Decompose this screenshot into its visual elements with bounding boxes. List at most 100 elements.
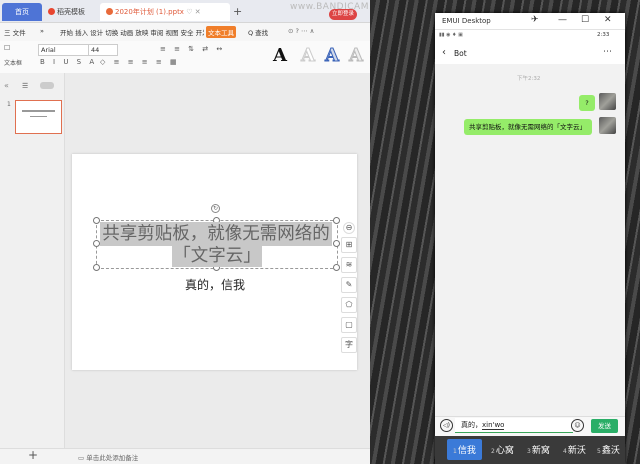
- thumbnail-subtitle-line: [30, 116, 47, 117]
- slide-view-icon[interactable]: [40, 82, 54, 89]
- candidate-text: 新窝: [531, 446, 550, 456]
- text-style-blue[interactable]: A: [322, 44, 342, 68]
- avatar[interactable]: [599, 117, 616, 134]
- slide-number: 1: [7, 101, 11, 108]
- text-style-gray[interactable]: A: [346, 44, 366, 68]
- resize-handle[interactable]: [333, 264, 340, 271]
- candidate-number: 2: [491, 448, 495, 455]
- ime-candidate[interactable]: 4新沃: [563, 443, 586, 456]
- layer-icon[interactable]: ≋: [341, 257, 357, 273]
- menu-bar: 三 文件 » 开始 插入 设计 切换 动画 放映 审阅 视图 安全 开发工具 特…: [0, 23, 370, 41]
- emui-desktop-window: EMUI Desktop ✈ — ☐ ✕ ▮▮ ◉ ♦ ▣ 2:33 ‹ Bot…: [435, 13, 625, 464]
- slide-thumbnail[interactable]: [15, 100, 62, 134]
- input-composing-text: xin'wo: [482, 421, 505, 430]
- slide-subtitle[interactable]: 真的，信我: [160, 276, 270, 293]
- more-format-buttons[interactable]: ◇ ≡ ≡ ≡ ≡ ▦: [100, 58, 180, 66]
- resize-handle[interactable]: [93, 217, 100, 224]
- slide-title-line2[interactable]: 「文字云」: [172, 245, 262, 267]
- message-bubble[interactable]: 共享剪贴板，就像无需网络的「文字云」: [464, 119, 592, 135]
- notes-hint-label: 单击此处添加备注: [86, 454, 139, 462]
- emoji-icon[interactable]: ☺: [571, 419, 584, 432]
- docer-logo-icon: [48, 8, 55, 15]
- menu-overflow[interactable]: »: [40, 27, 44, 35]
- back-arrow-icon[interactable]: ‹: [442, 47, 446, 58]
- collapse-tools-icon[interactable]: ⊖: [343, 222, 355, 234]
- avatar[interactable]: [599, 93, 616, 110]
- text-style-icon[interactable]: 字: [341, 337, 357, 353]
- rotate-handle[interactable]: ↻: [211, 204, 220, 213]
- tab-template-label: 稻壳模板: [57, 8, 85, 16]
- file-menu[interactable]: 三 文件: [4, 27, 26, 37]
- slide-title-line1[interactable]: 共享剪贴板，就像无需网络的: [100, 222, 332, 246]
- candidate-number: 5: [597, 448, 601, 455]
- resize-handle[interactable]: [93, 240, 100, 247]
- ime-candidate[interactable]: 5鑫沃: [597, 443, 620, 456]
- tab-home[interactable]: 首页: [2, 3, 42, 21]
- ime-candidate-bar: 1信我 2心窝 3新窝 4新沃 5鑫沃: [435, 436, 625, 464]
- resize-handle[interactable]: [333, 217, 340, 224]
- font-size-select[interactable]: 44: [88, 44, 118, 56]
- text-tools-tab[interactable]: 文本工具: [206, 26, 236, 38]
- tab-template[interactable]: 稻壳模板: [42, 3, 102, 21]
- candidate-text: 心窝: [495, 446, 514, 456]
- input-committed-text: 真的，: [461, 421, 482, 429]
- text-style-outline[interactable]: A: [298, 44, 318, 68]
- status-bar: [0, 448, 370, 464]
- textbox-label: 文本框: [4, 60, 23, 67]
- minimize-icon[interactable]: —: [558, 15, 567, 25]
- status-time: 2:33: [597, 32, 610, 38]
- tab-bar: 首页 稻壳模板 2020年计划 (1).pptx ♡ ✕ + www.BANDI…: [0, 0, 370, 23]
- status-icons: ▮▮ ◉ ♦ ▣: [439, 32, 463, 38]
- resize-handle[interactable]: [93, 264, 100, 271]
- message-input[interactable]: 真的，xin'wo: [455, 418, 573, 433]
- candidate-text: 鑫沃: [601, 446, 620, 456]
- wps-presentation-window: 首页 稻壳模板 2020年计划 (1).pptx ♡ ✕ + www.BANDI…: [0, 0, 370, 464]
- pen-icon[interactable]: ✎: [341, 277, 357, 293]
- send-button[interactable]: 发送: [591, 419, 618, 433]
- more-options-icon[interactable]: ⋯: [603, 47, 612, 57]
- pptx-file-icon: [106, 8, 113, 15]
- chat-timestamp: 下午2:32: [517, 76, 541, 82]
- font-name-select[interactable]: Arial: [38, 44, 90, 56]
- add-slide-button[interactable]: +: [28, 448, 38, 462]
- add-tab-button[interactable]: +: [233, 5, 242, 18]
- candidate-text: 信我: [457, 446, 476, 456]
- ribbon: ☐ 文本框 Arial 44 B I U S A ◇ ≡ ≡ ≡ ≡ ▦ ≡ ≡…: [0, 41, 370, 74]
- tab-file[interactable]: 2020年计划 (1).pptx ♡ ✕: [100, 3, 230, 21]
- notes-icon: ▭: [78, 454, 87, 462]
- text-style-black[interactable]: A: [270, 44, 290, 68]
- thumbnail-title-line: [22, 110, 55, 112]
- candidate-number: 3: [527, 448, 531, 455]
- candidate-text: 新沃: [567, 446, 586, 456]
- candidate-number: 1: [453, 448, 457, 455]
- phone-status-bar: ▮▮ ◉ ♦ ▣ 2:33: [435, 30, 625, 42]
- notes-placeholder[interactable]: ▭ 单击此处添加备注: [78, 452, 138, 462]
- login-button[interactable]: 立即登录: [329, 9, 357, 20]
- message-bubble[interactable]: ?: [579, 95, 595, 111]
- shape-fill-icon[interactable]: ⬠: [341, 297, 357, 313]
- search-button[interactable]: Q 查找: [248, 27, 268, 37]
- chat-header: ‹ Bot ⋯: [435, 42, 625, 64]
- voice-input-icon[interactable]: ◁): [440, 419, 453, 432]
- collapse-pane-icon[interactable]: «: [4, 81, 9, 90]
- tab-file-label: 2020年计划 (1).pptx: [115, 8, 184, 16]
- menu-items[interactable]: 开始 插入 设计 切换 动画 放映 审阅 视图 安全 开发工具 特色应用 绘图工…: [60, 27, 204, 37]
- maximize-icon[interactable]: ☐: [581, 15, 589, 25]
- format-buttons[interactable]: B I U S A: [40, 58, 97, 66]
- emui-title-bar: EMUI Desktop ✈ — ☐ ✕: [435, 13, 625, 30]
- outline-view-icon[interactable]: ☰: [22, 82, 28, 90]
- toolbar-icons[interactable]: ⊙ ? ⋯ ∧: [288, 27, 314, 35]
- chat-contact-name: Bot: [454, 49, 467, 58]
- paragraph-buttons[interactable]: ≡ ≡ ⇅ ⇄ ↔: [160, 45, 225, 53]
- pin-icon[interactable]: ✈: [531, 15, 539, 25]
- textbox-button[interactable]: ☐: [4, 44, 10, 52]
- resize-handle[interactable]: [333, 240, 340, 247]
- ime-candidate[interactable]: 2心窝: [491, 443, 514, 456]
- window-title: EMUI Desktop: [442, 17, 491, 25]
- outline-icon[interactable]: ▢: [341, 317, 357, 333]
- ime-candidate[interactable]: 1信我: [447, 439, 482, 460]
- close-icon[interactable]: ✕: [604, 15, 612, 25]
- candidate-number: 4: [563, 448, 567, 455]
- smart-layout-icon[interactable]: ⊞: [341, 237, 357, 253]
- ime-candidate[interactable]: 3新窝: [527, 443, 550, 456]
